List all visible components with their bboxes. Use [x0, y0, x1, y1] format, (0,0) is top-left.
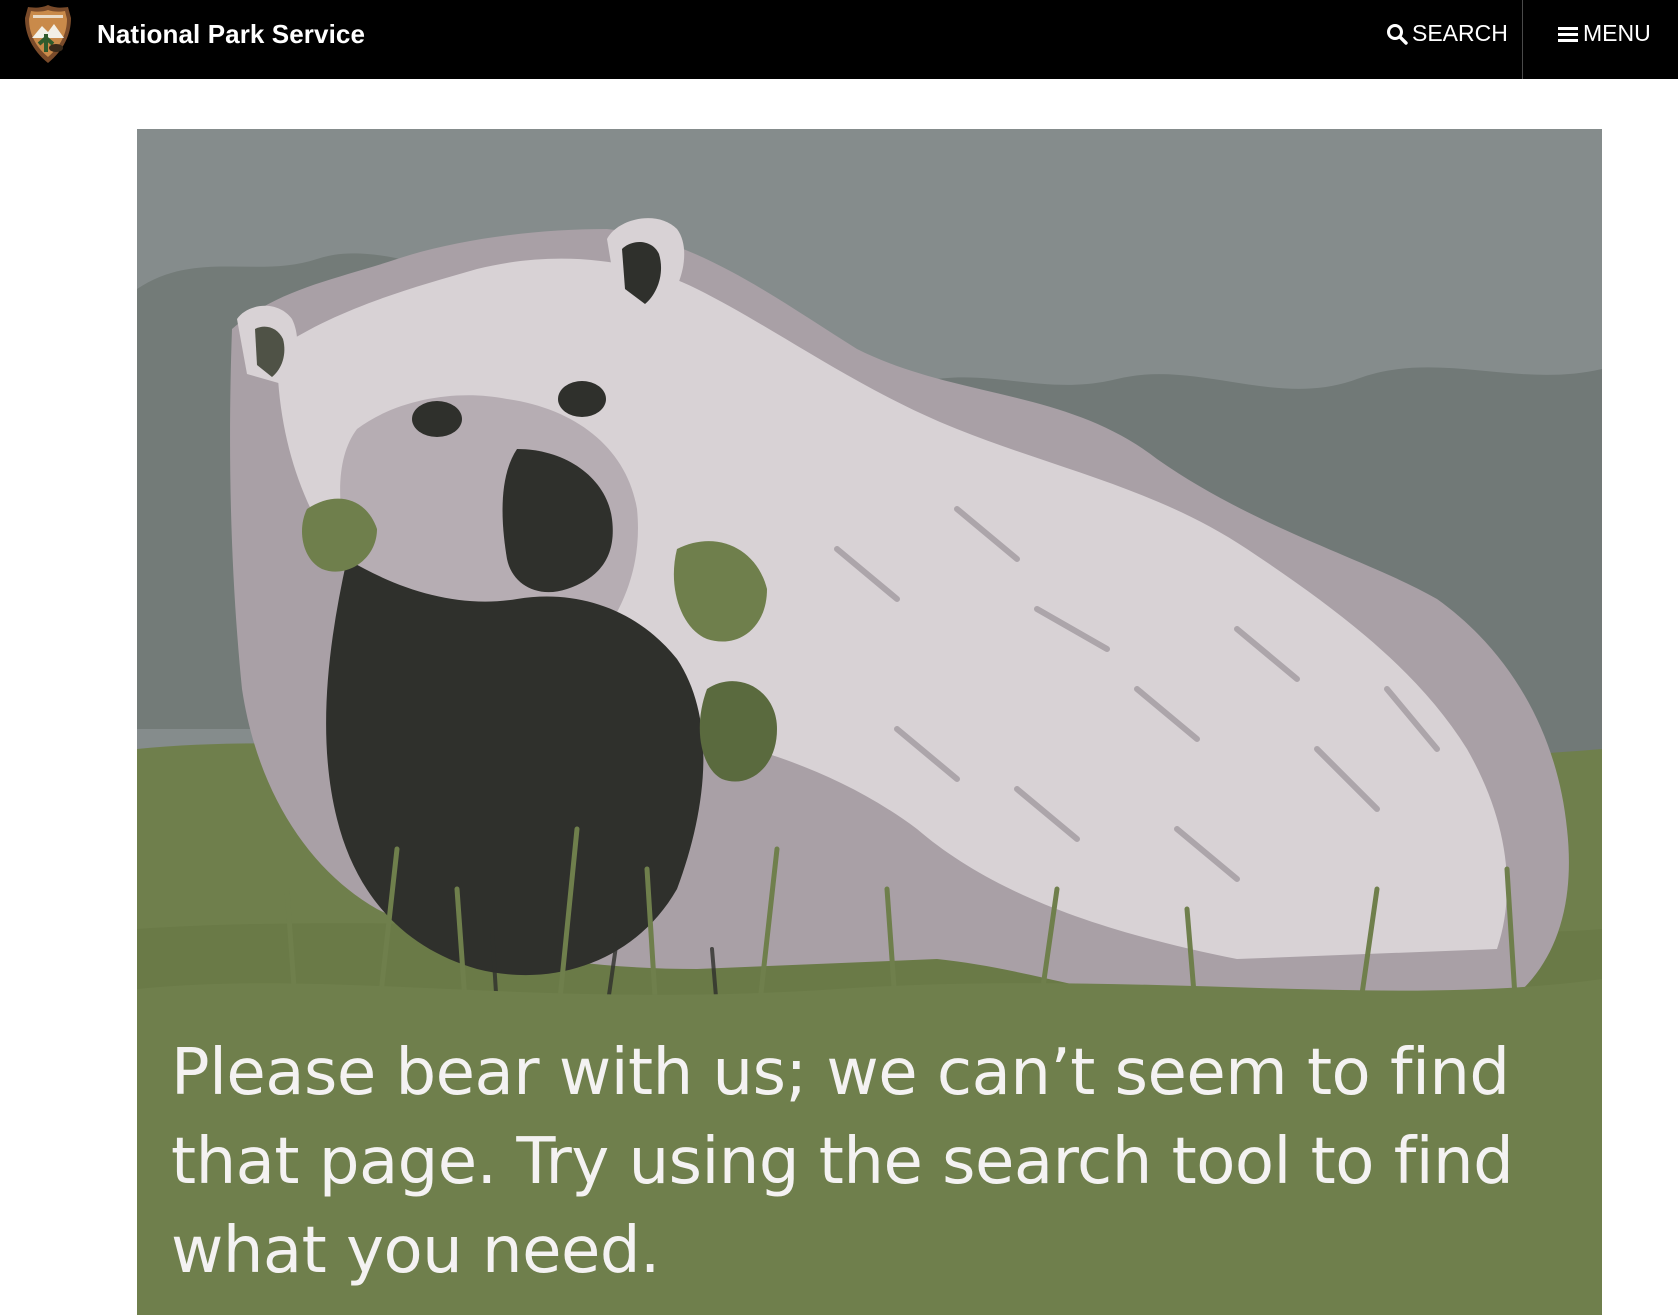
menu-button[interactable]: MENU [1558, 0, 1651, 67]
menu-label: MENU [1583, 20, 1651, 46]
top-navigation-bar: National Park Service SEARCH MENU [0, 0, 1678, 79]
site-name: National Park Service [97, 18, 366, 49]
error-message: Please bear with us; we can’t seem to fi… [171, 1036, 1514, 1288]
search-label: SEARCH [1412, 20, 1508, 46]
nav-divider [1522, 0, 1523, 79]
hamburger-icon [1558, 26, 1578, 42]
search-icon [1387, 23, 1408, 45]
home-link[interactable]: National Park Service [24, 0, 365, 68]
search-button[interactable]: SEARCH [1386, 0, 1508, 67]
error-hero-image: Please bear with us; we can’t seem to fi… [137, 129, 1602, 1315]
nps-arrowhead-icon [25, 5, 71, 63]
